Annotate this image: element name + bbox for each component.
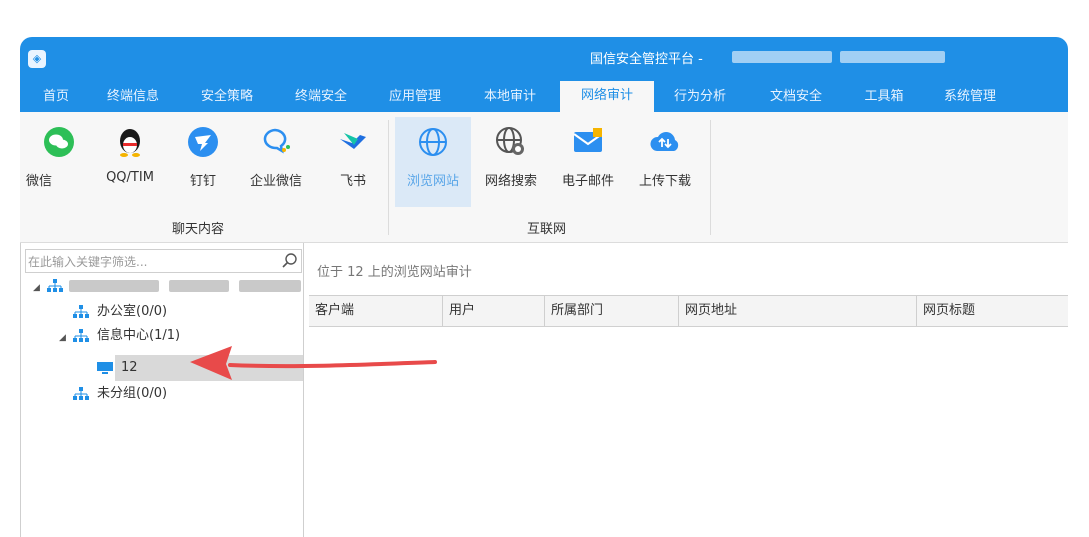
annotation-arrow: [190, 346, 437, 380]
